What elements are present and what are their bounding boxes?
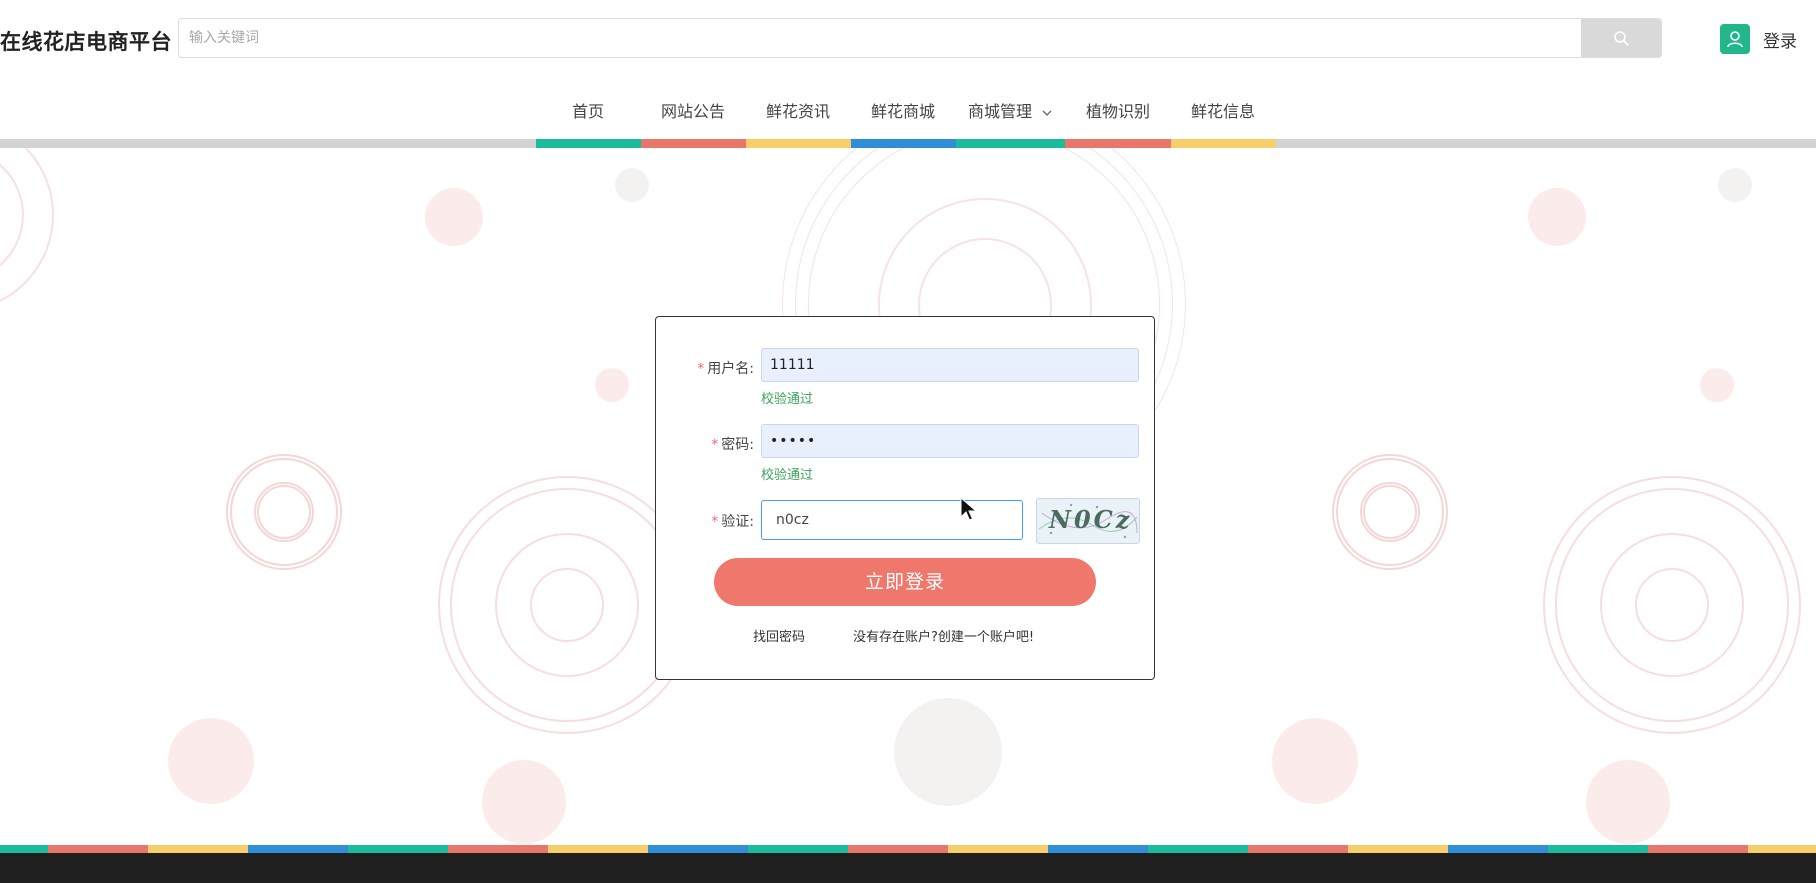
nav-underline-plant-identification (1065, 139, 1171, 148)
nav-item-announcements[interactable]: 网站公告 (661, 98, 725, 122)
password-label: * 密码: (694, 434, 754, 454)
top-header: 在线花店电商平台 登录 (0, 0, 1816, 80)
person-icon (1727, 31, 1743, 48)
nav-underline-announcements (641, 139, 746, 148)
nav-item-plant-identification[interactable]: 植物识别 (1086, 98, 1150, 122)
stripe-segment (948, 845, 1048, 853)
mouse-cursor-icon (960, 497, 978, 521)
decor-ring (254, 482, 314, 542)
nav-color-bar (0, 139, 1816, 148)
stripe-segment (1548, 845, 1648, 853)
nav-underline-flower-info (1171, 139, 1276, 148)
decor-ring (1360, 482, 1420, 542)
username-label: * 用户名: (694, 358, 754, 378)
captcha-text: N0Cz (1049, 505, 1133, 534)
decor-dot (894, 698, 1002, 806)
decor-dot (1272, 718, 1358, 804)
stripe-segment (1648, 845, 1748, 853)
username-label-text: 用户名: (707, 361, 754, 377)
decor-dot (425, 188, 483, 246)
stripe-segment (1248, 845, 1348, 853)
stripe-segment (448, 845, 548, 853)
stripe-segment (748, 845, 848, 853)
nav-item-flower-news[interactable]: 鲜花资讯 (766, 98, 830, 122)
stripe-segment (848, 845, 948, 853)
search-bar (178, 18, 1662, 58)
decor-dot (1700, 368, 1734, 402)
nav-item-flower-info[interactable]: 鲜花信息 (1191, 98, 1255, 122)
site-title: 在线花店电商平台 (0, 30, 172, 54)
user-icon[interactable] (1720, 24, 1750, 54)
page-footer (0, 853, 1816, 883)
nav-underline-home (536, 139, 641, 148)
password-input[interactable]: ••••• (761, 424, 1139, 458)
decor-ring (1635, 568, 1709, 642)
header-login-link[interactable]: 登录 (1763, 27, 1797, 52)
login-card: *用户名: 校验通过 *密码: ••••• 校验通过 *验证: N0Cz 立即登… (655, 316, 1155, 680)
required-marker: * (711, 514, 719, 530)
decor-dot (1586, 760, 1670, 844)
register-link[interactable]: 没有存在账户?创建一个账户吧! (853, 626, 1034, 645)
captcha-label: * 验证: (694, 511, 754, 531)
captcha-label-text: 验证: (721, 514, 754, 530)
chevron-down-icon (1042, 110, 1052, 116)
decor-dot (595, 368, 629, 402)
stripe-segment (0, 845, 48, 853)
search-icon (1614, 31, 1629, 46)
nav-item-mall-management[interactable]: 商城管理 (968, 98, 1053, 122)
stripe-segment (648, 845, 748, 853)
stripe-segment (1348, 845, 1448, 853)
decor-dot (168, 718, 254, 804)
password-label-text: 密码: (721, 437, 754, 453)
captcha-input[interactable] (761, 500, 1023, 540)
nav-item-flower-mall[interactable]: 鲜花商城 (871, 98, 935, 122)
footer-color-stripe (0, 845, 1816, 853)
stripe-segment (1048, 845, 1148, 853)
nav-underline-mall-management (956, 139, 1065, 148)
login-submit-button[interactable]: 立即登录 (714, 558, 1096, 606)
required-marker: * (697, 361, 705, 377)
stripe-segment (1748, 845, 1816, 853)
stripe-segment (248, 845, 348, 853)
nav-item-label: 商城管理 (968, 102, 1033, 121)
stripe-segment (348, 845, 448, 853)
nav-underline-flower-mall (851, 139, 956, 148)
search-input[interactable] (179, 19, 1583, 57)
decor-dot (482, 760, 566, 844)
stripe-segment (1148, 845, 1248, 853)
captcha-image[interactable]: N0Cz (1036, 498, 1140, 544)
password-validation: 校验通过 (761, 468, 814, 483)
main-nav: 首页 网站公告 鲜花资讯 鲜花商城 商城管理 植物识别 鲜花信息 (0, 92, 1816, 132)
decor-dot (615, 168, 649, 202)
decor-dot (1718, 168, 1752, 202)
stripe-segment (48, 845, 148, 853)
stripe-segment (548, 845, 648, 853)
nav-item-home[interactable]: 首页 (572, 98, 604, 122)
stripe-segment (148, 845, 248, 853)
decor-dot (1528, 188, 1586, 246)
forgot-password-link[interactable]: 找回密码 (753, 626, 805, 645)
decor-ring (530, 568, 604, 642)
nav-underline-flower-news (746, 139, 851, 148)
username-input[interactable] (761, 348, 1139, 382)
required-marker: * (711, 437, 719, 453)
search-button[interactable] (1581, 19, 1661, 57)
stripe-segment (1448, 845, 1548, 853)
username-validation: 校验通过 (761, 392, 814, 407)
